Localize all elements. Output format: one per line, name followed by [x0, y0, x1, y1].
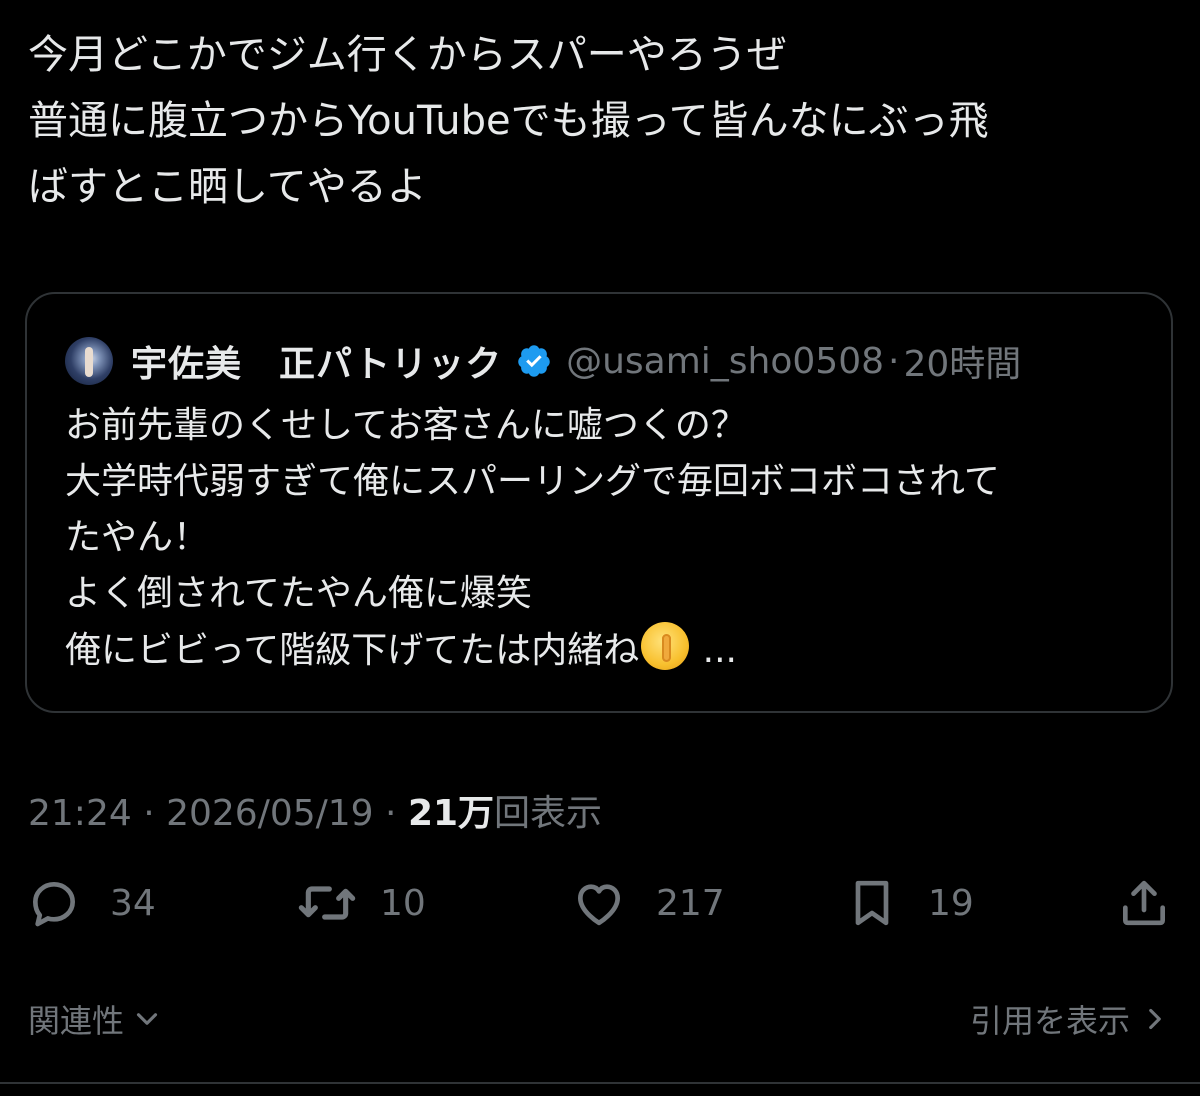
quoted-tweet-card[interactable]: 宇佐美 正パトリック @usami_sho0508 · 20時間 お前先輩のくせ… [25, 292, 1173, 713]
avatar[interactable] [65, 337, 113, 385]
quoted-text-line: たやん！ [65, 517, 210, 558]
shushing-face-emoji-icon [641, 622, 690, 670]
like-count: 217 [656, 882, 725, 924]
reply-button[interactable]: 34 [26, 868, 156, 938]
chevron-right-icon [1149, 1008, 1161, 1030]
retweet-count: 10 [380, 882, 426, 924]
separator-dot: · [373, 793, 408, 834]
tweet-text-line: ばすとこ晒してやるよ [28, 164, 427, 210]
bookmark-button[interactable]: 19 [844, 868, 974, 938]
tweet-time[interactable]: 21:24 [28, 793, 132, 834]
heart-icon [578, 884, 620, 926]
share-button[interactable] [1116, 868, 1172, 938]
retweet-icon [298, 886, 356, 920]
quoted-text-segment: 俺にビビって階級下げてたは内緒ね [65, 630, 640, 671]
sort-selector[interactable]: 関連性 [28, 996, 164, 1042]
bookmark-icon [855, 880, 889, 926]
tweet-text-line: 普通に腹立つからYouTubeでも撮って皆んなにぶっ飛 [28, 98, 989, 144]
reply-count: 34 [110, 882, 156, 924]
chevron-down-icon [136, 1013, 158, 1025]
quoted-text-line: 俺にビビって階級下げてたは内緒ね ... [65, 622, 1000, 679]
view-quotes-link[interactable]: 引用を表示 [970, 996, 1172, 1042]
tweet-date[interactable]: 2026/05/19 [166, 793, 374, 834]
quoted-text-line: お前先輩のくせしてお客さんに嘘つくの？ [65, 405, 747, 446]
quoted-tweet-text: お前先輩のくせしてお客さんに嘘つくの？ 大学時代弱すぎて俺にスパーリングで毎回ボ… [65, 398, 1000, 679]
tweet-text-line: 今月どこかでジム行くからスパーやろうぜ [28, 32, 787, 78]
reply-icon [33, 882, 75, 927]
tweet-text: 今月どこかでジム行くからスパーやろうぜ 普通に腹立つからYouTubeでも撮って… [28, 22, 1178, 220]
separator-dot: · [131, 793, 167, 834]
quoted-tweet-time: 20時間 [903, 344, 1022, 385]
view-quotes-label: 引用を表示 [969, 1002, 1130, 1040]
share-icon [1123, 880, 1165, 926]
sort-label: 関連性 [28, 1002, 125, 1040]
separator-dot: · [888, 340, 900, 382]
quoted-author-handle: @usami_sho0508 [566, 340, 885, 382]
quoted-tweet-header: 宇佐美 正パトリック @usami_sho0508 · 20時間 [65, 332, 1021, 390]
bookmark-count: 19 [928, 882, 974, 924]
like-button[interactable]: 217 [570, 868, 725, 938]
divider [0, 1082, 1200, 1084]
retweet-button[interactable]: 10 [296, 868, 426, 938]
quoted-text-line: 大学時代弱すぎて俺にスパーリングで毎回ボコボコされて [65, 461, 1000, 502]
views-count: 21万 [407, 793, 495, 834]
action-bar: 34 10 217 19 [0, 868, 1200, 938]
truncation-ellipsis: ... [691, 630, 737, 671]
verified-badge-icon [518, 345, 550, 377]
views-label: 回表示 [494, 793, 603, 834]
quoted-text-line: よく倒されてたやん俺に爆笑 [65, 573, 532, 614]
quoted-author-name: 宇佐美 正パトリック [131, 344, 503, 385]
tweet-meta: 21:24 · 2026/05/19 · 21万回表示 [28, 784, 602, 836]
